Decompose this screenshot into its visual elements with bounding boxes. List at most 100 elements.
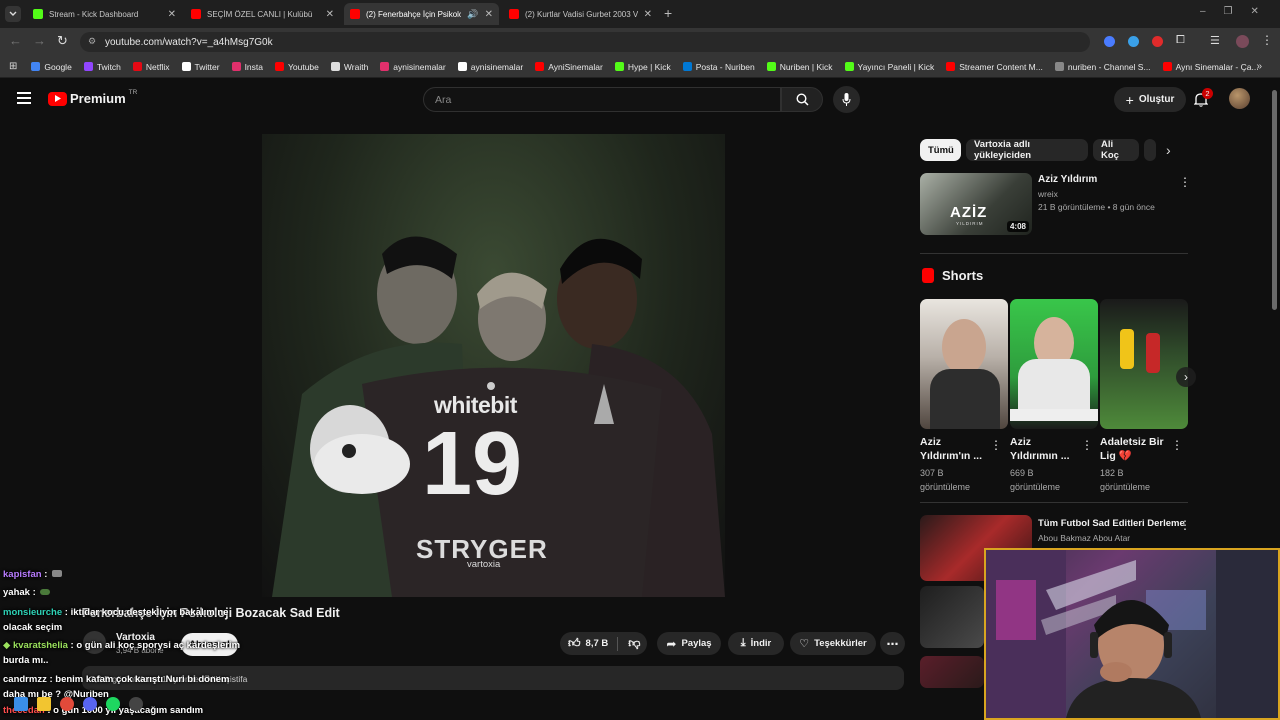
taskbar-icons <box>14 697 143 711</box>
bookmark-item[interactable]: Aynı Sinemalar - Ça... <box>1162 62 1259 72</box>
tab-secim[interactable]: SEÇİM ÖZEL CANLI | Kulübü ✕ <box>185 3 340 25</box>
rec2-channel[interactable]: Abou Bakmaz Abou Atar <box>1038 533 1130 543</box>
short-1-title[interactable]: Aziz Yıldırım'ın ... <box>920 435 990 463</box>
chip-more[interactable] <box>1144 139 1156 161</box>
bookmark-item[interactable]: Hype | Kick <box>614 62 671 72</box>
windows-icon[interactable] <box>14 697 28 711</box>
voice-search-button[interactable] <box>833 86 860 113</box>
bookmark-item[interactable]: AyniSinemalar <box>535 62 603 72</box>
tab-fenerbahce[interactable]: (2) Fenerbahçe İçin Psikoloji 🔊 ✕ <box>344 3 499 25</box>
share-button[interactable]: ➦ Paylaş <box>657 632 721 655</box>
obs-icon[interactable] <box>129 697 143 711</box>
short-3-menu-icon[interactable]: ⋮ <box>1171 438 1183 452</box>
rec3-thumbnail[interactable] <box>920 586 984 648</box>
rec1-title[interactable]: Aziz Yıldırım <box>1038 174 1097 185</box>
tab-search-button[interactable] <box>5 6 21 22</box>
rec1-thumbnail[interactable]: AZİZ YILDIRIM 4:08 <box>920 173 1032 235</box>
more-bookmarks-icon[interactable]: » <box>1256 61 1262 72</box>
search-input[interactable]: Ara <box>423 87 781 112</box>
short-2-menu-icon[interactable]: ⋮ <box>1081 438 1093 452</box>
chat-message: yahak : <box>3 587 51 598</box>
bookmark-item[interactable]: Twitch <box>83 62 121 72</box>
chat-message: ◆ kvaratshelia : o gün ali koç sporysi a… <box>3 640 241 666</box>
shorts-heading: Shorts <box>942 268 984 283</box>
short-2-title[interactable]: Aziz Yıldırımın ... <box>1010 435 1080 463</box>
chip-from-uploader[interactable]: Vartoxia adlı yükleyiciden <box>966 139 1088 161</box>
site-info-icon[interactable]: ⚙ <box>88 36 96 47</box>
short-1-body <box>930 369 1000 429</box>
bookmark-item[interactable]: Twitter <box>181 62 220 72</box>
short-1-face <box>942 319 986 375</box>
reload-icon[interactable]: ↻ <box>57 33 68 49</box>
more-actions-button[interactable]: ⋯ <box>880 632 905 655</box>
bookmark-item[interactable]: aynisinemalar <box>457 62 523 72</box>
apps-grid-icon[interactable]: ⊞ <box>9 61 17 72</box>
kebab-menu-icon[interactable]: ⋮ <box>1261 33 1273 47</box>
tab-kick-dashboard[interactable]: Stream - Kick Dashboard ✕ <box>27 3 182 25</box>
bookmark-item[interactable]: Streamer Content M... <box>946 62 1043 72</box>
extension-icon[interactable] <box>1128 36 1139 47</box>
kick-icon <box>33 9 43 19</box>
download-button[interactable]: ⤓ İndir <box>728 632 784 655</box>
chrome-icon[interactable] <box>60 697 74 711</box>
bookmark-item[interactable]: Posta - Nuriben <box>682 62 755 72</box>
short-1-info: Aziz Yıldırım'ın ... 307 B görüntüleme <box>920 435 990 494</box>
search-button[interactable] <box>781 87 823 112</box>
youtube-icon <box>509 9 519 19</box>
bookmark-item[interactable]: Google <box>31 62 72 72</box>
short-3-title[interactable]: Adaletsiz Bir Lig 💔 <box>1100 435 1172 463</box>
short-card-1[interactable] <box>920 299 1008 429</box>
back-icon[interactable]: ← <box>9 33 22 48</box>
like-icon[interactable]: 👍︎ <box>568 636 581 651</box>
close-icon[interactable]: ✕ <box>168 9 176 20</box>
thanks-button[interactable]: ♡ Teşekkürler <box>790 632 876 655</box>
discord-icon[interactable] <box>83 697 97 711</box>
bookmark-item[interactable]: Wraith <box>330 62 368 72</box>
bookmark-item[interactable]: Nuriben | Kick <box>766 62 833 72</box>
tab-kurtlar-vadisi[interactable]: (2) Kurtlar Vadisi Gurbet 2003 V ✕ <box>503 3 658 25</box>
speaker-icon[interactable]: 🔊 <box>467 9 478 20</box>
hamburger-menu-icon[interactable] <box>17 92 31 104</box>
rec1-menu-icon[interactable]: ⋮ <box>1179 175 1191 189</box>
close-icon[interactable]: ✕ <box>485 9 493 20</box>
sidebar-icon[interactable]: ☰ <box>1210 34 1220 47</box>
puzzle-icon[interactable]: ⧠ <box>1176 34 1185 47</box>
video-player[interactable]: whitebit 19 STRYGER vartoxia <box>262 134 725 597</box>
window-controls[interactable]: –❐✕ <box>1200 6 1277 17</box>
close-icon[interactable]: ✕ <box>644 9 652 20</box>
extension-record-icon[interactable] <box>1152 36 1163 47</box>
chip-all[interactable]: Tümü <box>920 139 961 161</box>
bookmark-favicon-icon <box>614 62 624 71</box>
close-icon[interactable]: ✕ <box>326 9 334 20</box>
shorts-next-button[interactable]: › <box>1176 367 1196 387</box>
rec2-menu-icon[interactable]: ⋮ <box>1179 518 1191 532</box>
dislike-icon[interactable]: 👎︎ <box>628 636 640 651</box>
bookmark-item[interactable]: nuriben - Channel S... <box>1054 62 1151 72</box>
profile-avatar[interactable] <box>1236 35 1249 48</box>
chevron-right-icon[interactable]: › <box>1166 142 1171 158</box>
folder-icon[interactable] <box>37 697 51 711</box>
bookmark-item[interactable]: Youtube <box>275 62 319 72</box>
chip-ali-koc[interactable]: Ali Koç <box>1093 139 1139 161</box>
spotify-icon[interactable] <box>106 697 120 711</box>
short-card-2[interactable] <box>1010 299 1098 429</box>
bookmark-item[interactable]: aynisinemalar <box>380 62 446 72</box>
extension-shield-icon[interactable] <box>1104 36 1115 47</box>
rec4-thumbnail[interactable] <box>920 656 984 688</box>
forward-icon[interactable]: → <box>33 33 46 48</box>
short-1-menu-icon[interactable]: ⋮ <box>990 438 1002 452</box>
youtube-logo[interactable]: Premium TR <box>48 89 137 106</box>
like-count[interactable]: 8,7 B <box>586 638 609 649</box>
create-button[interactable]: + Oluştur <box>1114 87 1186 112</box>
bookmark-favicon-icon <box>1162 62 1172 71</box>
new-tab-icon[interactable]: + <box>664 5 672 21</box>
notifications-button[interactable]: 2 <box>1193 88 1213 112</box>
bookmark-item[interactable]: Insta <box>231 62 263 72</box>
rec2-title[interactable]: Tüm Futbol Sad Editleri Derleme <box>1038 518 1185 529</box>
short-card-3[interactable] <box>1100 299 1188 429</box>
bookmark-item[interactable]: Netflix <box>132 62 170 72</box>
bookmark-item[interactable]: Yayıncı Paneli | Kick <box>844 62 934 72</box>
address-bar[interactable]: ⚙ youtube.com/watch?v=_a4hMsg7G0k <box>80 32 1090 52</box>
account-avatar[interactable] <box>1229 88 1250 109</box>
rec1-channel[interactable]: wreix <box>1038 189 1058 199</box>
